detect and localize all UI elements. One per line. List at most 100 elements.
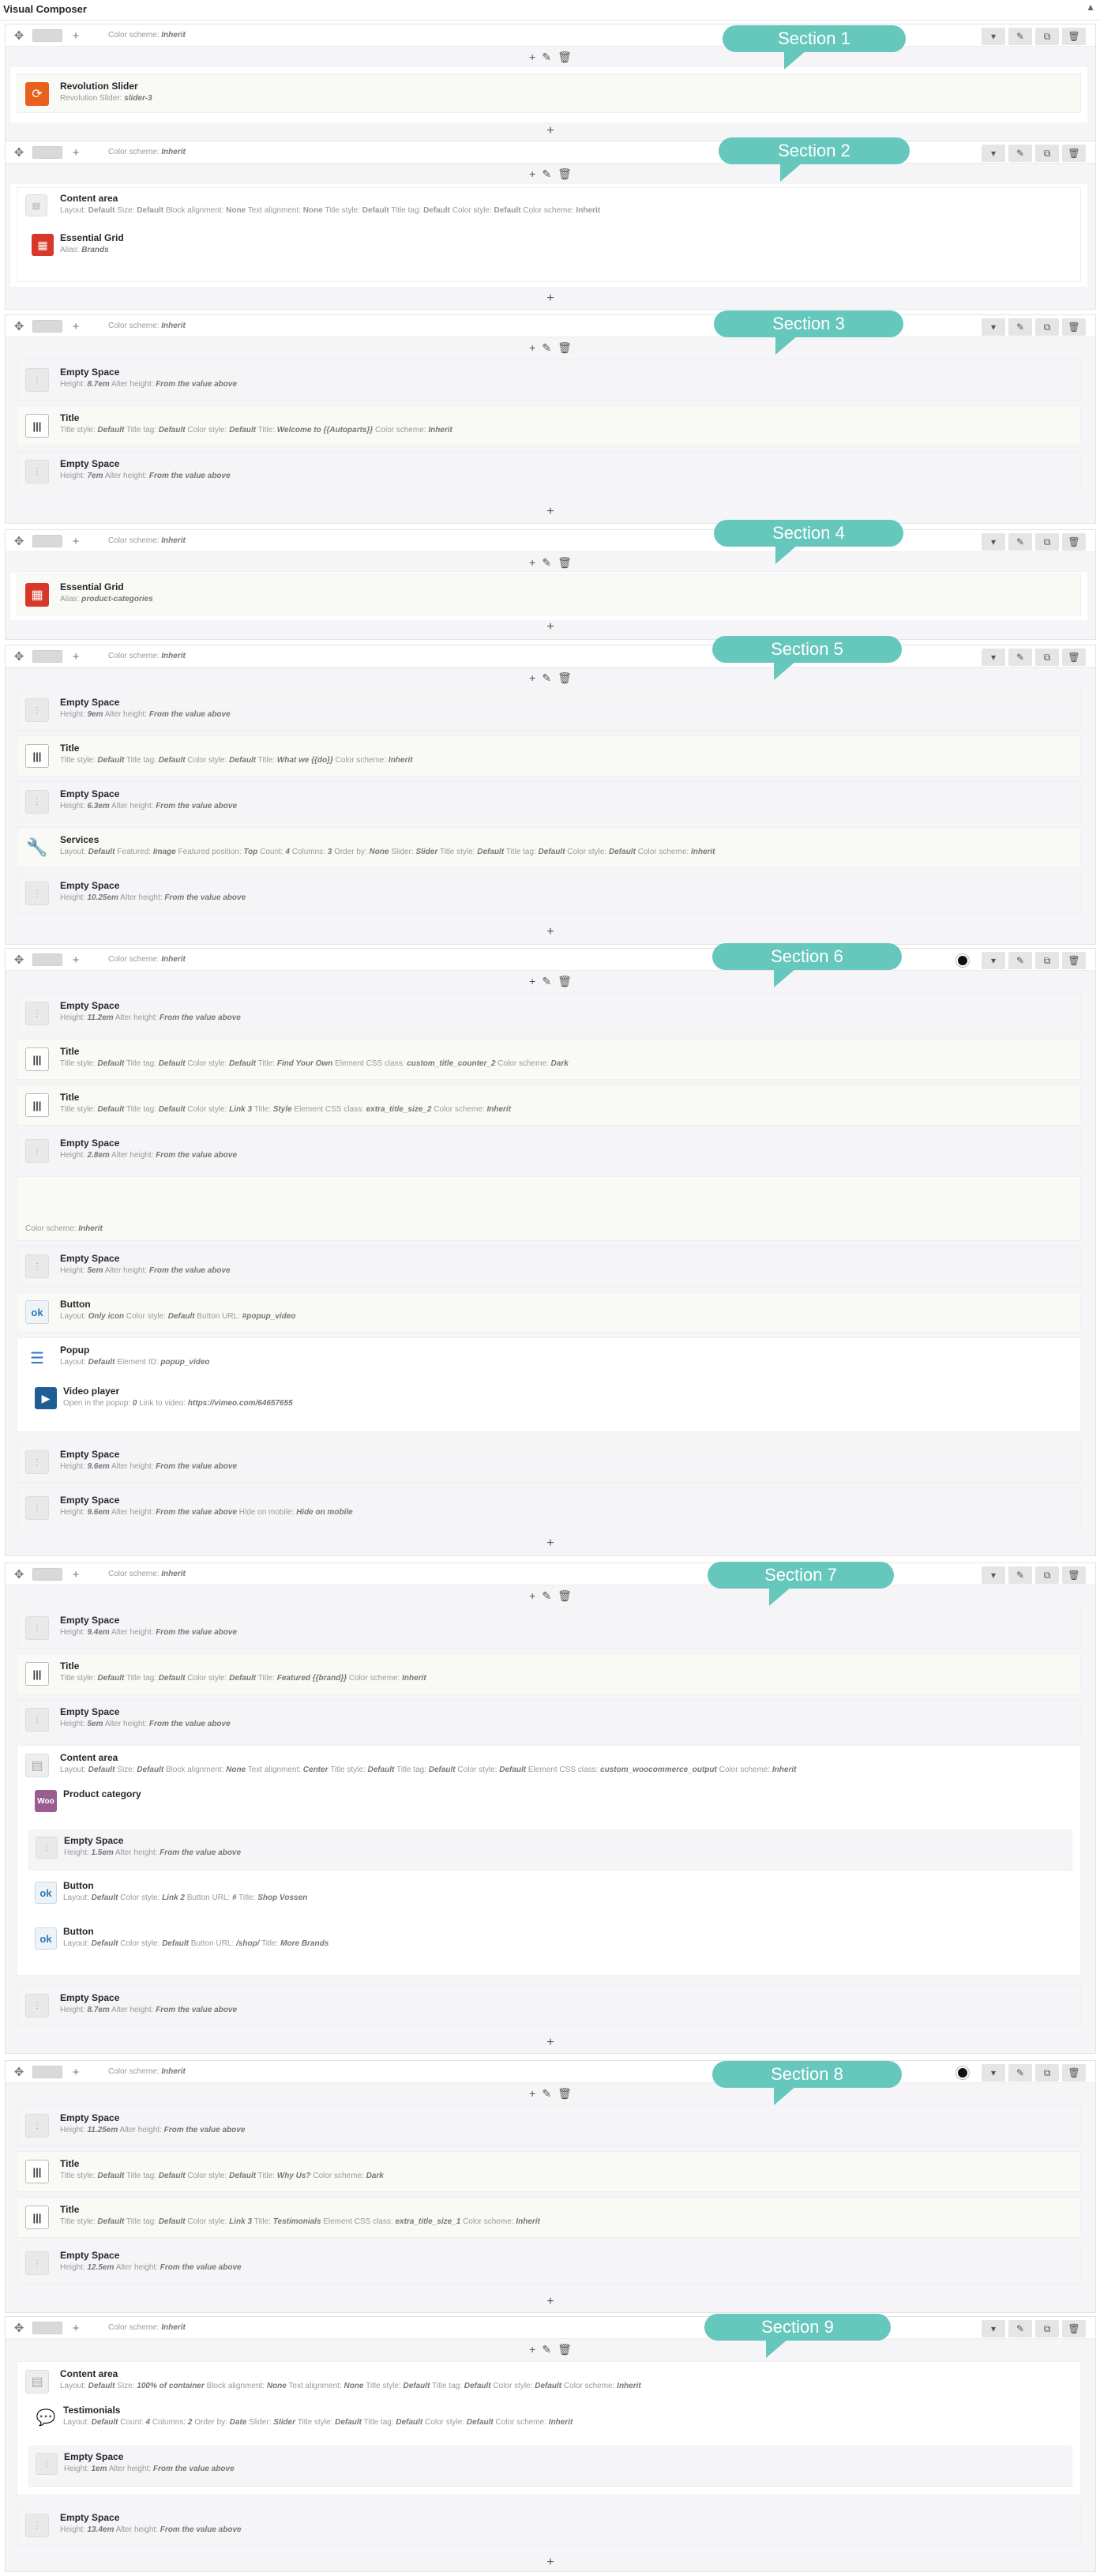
edit-column-icon[interactable]: ✎ [542,2087,551,2100]
edit-column-icon[interactable]: ✎ [542,556,551,570]
element-empty-space[interactable]: ⋮ Empty Space Height: 1em Alter height: Fr… [28,2446,1072,2487]
layout-button[interactable] [32,1568,62,1581]
add-element-icon[interactable]: + [529,671,535,684]
edit-column-icon[interactable]: ✎ [542,671,551,685]
add-element-icon[interactable]: + [529,1589,535,1602]
delete-column-icon[interactable]: 🗑 [558,341,572,355]
toggle-row-button[interactable]: ▾ [982,2320,1005,2337]
element-empty-space[interactable]: ⋮ Empty Space Height: 6.3em Alter height: … [17,781,1081,822]
delete-row-button[interactable]: 🗑 [1062,1566,1086,1584]
delete-column-icon[interactable]: 🗑 [558,671,572,685]
element-empty-space[interactable]: ⋮ Empty Space Height: 8.7em Alter height: … [17,1985,1081,2026]
delete-row-button[interactable]: 🗑 [1062,533,1086,551]
layout-button[interactable] [32,29,62,42]
move-icon[interactable]: ✥ [10,1566,28,1582]
element-empty-space[interactable]: ⋮ Empty Space Height: 9.6em Alter height: … [17,1487,1081,1529]
layout-button[interactable] [32,535,62,547]
edit-column-icon[interactable]: ✎ [542,51,551,64]
edit-column-icon[interactable]: ✎ [542,167,551,181]
add-column-icon[interactable]: + [67,28,84,43]
element-empty-space[interactable]: ⋮ Empty Space Height: 11.25em Alter height… [17,2105,1081,2146]
delete-column-icon[interactable]: 🗑 [558,2343,572,2356]
clone-row-button[interactable]: ⧉ [1035,533,1059,551]
element-text-block[interactable]: Color scheme: Inherit [17,1176,1081,1241]
move-icon[interactable]: ✥ [10,649,28,664]
move-icon[interactable]: ✥ [10,145,28,160]
toggle-row-button[interactable]: ▾ [982,533,1005,551]
move-icon[interactable]: ✥ [10,28,28,43]
element-empty-space[interactable]: ⋮ Empty Space Height: 2.8em Alter height: … [17,1130,1081,1171]
element-empty-space[interactable]: ⋮ Empty Space Height: 1.5em Alter height: … [28,1830,1072,1871]
delete-row-button[interactable]: 🗑 [1062,2064,1086,2081]
edit-row-button[interactable]: ✎ [1008,1566,1032,1584]
element-button[interactable]: ok Button Layout: Only icon Color style: D… [17,1292,1081,1333]
toggle-row-button[interactable]: ▾ [982,649,1005,666]
move-icon[interactable]: ✥ [10,533,28,549]
layout-button[interactable] [32,650,62,663]
element-empty-space[interactable]: ⋮ Empty Space Height: 13.4em Alter height:… [17,2505,1081,2546]
clone-row-button[interactable]: ⧉ [1035,649,1059,666]
add-element-icon[interactable]: + [529,975,535,987]
delete-column-icon[interactable]: 🗑 [558,167,572,181]
add-element-button[interactable]: + [6,2295,1095,2309]
add-column-icon[interactable]: + [67,533,84,549]
add-column-icon[interactable]: + [67,145,84,160]
add-element-icon[interactable]: + [529,167,535,180]
move-icon[interactable]: ✥ [10,318,28,334]
delete-row-button[interactable]: 🗑 [1062,952,1086,969]
element-title[interactable]: ||| Title Title style: Default Title tag: … [17,2197,1081,2238]
toggle-row-button[interactable]: ▾ [982,145,1005,162]
layout-button[interactable] [32,2322,62,2334]
edit-column-icon[interactable]: ✎ [542,2343,551,2356]
add-element-icon[interactable]: + [529,2343,535,2356]
element-testimonials[interactable]: 💬 Testimonials Layout: Default Count: 4 Co… [28,2400,1072,2441]
add-element-icon[interactable]: + [529,341,535,354]
clone-row-button[interactable]: ⧉ [1035,145,1059,162]
element-popup[interactable]: ☰ Popup Layout: Default Element ID: popup_… [17,1337,1081,1432]
delete-row-button[interactable]: 🗑 [1062,145,1086,162]
add-column-icon[interactable]: + [67,2320,84,2336]
delete-column-icon[interactable]: 🗑 [558,2087,572,2100]
element-title[interactable]: ||| Title Title style: Default Title tag: … [17,1085,1081,1126]
element-title[interactable]: ||| Title Title style: Default Title tag: … [17,1653,1081,1694]
add-element-button[interactable]: + [6,2036,1095,2050]
element-services[interactable]: 🔧 Services Layout: Default Featured: Image… [17,827,1081,868]
delete-column-icon[interactable]: 🗑 [558,51,572,64]
move-icon[interactable]: ✥ [10,2320,28,2336]
add-column-icon[interactable]: + [67,318,84,334]
clone-row-button[interactable]: ⧉ [1035,28,1059,45]
delete-row-button[interactable]: 🗑 [1062,2320,1086,2337]
move-icon[interactable]: ✥ [10,2064,28,2080]
element-empty-space[interactable]: ⋮ Empty Space Height: 5em Alter height: Fr… [17,1699,1081,1740]
element-essential-grid[interactable]: ▦ Essential Grid Alias: Brands [25,228,1072,275]
edit-row-button[interactable]: ✎ [1008,2064,1032,2081]
element-empty-space[interactable]: ⋮ Empty Space Height: 11.2em Alter height:… [17,993,1081,1034]
edit-column-icon[interactable]: ✎ [542,341,551,355]
element-title[interactable]: ||| Title Title style: Default Title tag: … [17,405,1081,446]
delete-column-icon[interactable]: 🗑 [558,556,572,570]
add-element-icon[interactable]: + [529,51,535,63]
element-empty-space[interactable]: ⋮ Empty Space Height: 9.6em Alter height: … [17,1442,1081,1483]
add-element-button[interactable]: + [6,124,1095,138]
element-product-category[interactable]: Woo Product category [28,1784,1072,1822]
move-icon[interactable]: ✥ [10,952,28,968]
toggle-row-button[interactable]: ▾ [982,1566,1005,1584]
layout-button[interactable] [32,953,62,966]
add-element-button[interactable]: + [6,505,1095,519]
clone-row-button[interactable]: ⧉ [1035,1566,1059,1584]
add-element-button[interactable]: + [6,2555,1095,2570]
edit-row-button[interactable]: ✎ [1008,952,1032,969]
clone-row-button[interactable]: ⧉ [1035,2064,1059,2081]
toggle-row-button[interactable]: ▾ [982,952,1005,969]
element-content-area[interactable]: ▤ Content area Layout: Default Size: Def… [17,187,1081,282]
delete-row-button[interactable]: 🗑 [1062,28,1086,45]
add-element-button[interactable]: + [6,291,1095,306]
delete-row-button[interactable]: 🗑 [1062,318,1086,336]
element-title[interactable]: ||| Title Title style: Default Title tag: … [17,735,1081,777]
element-title[interactable]: ||| Title Title style: Default Title tag: … [17,1039,1081,1080]
element-empty-space[interactable]: ⋮ Empty Space Height: 5em Alter height: Fr… [17,1246,1081,1287]
element-title[interactable]: ||| Title Title style: Default Title tag: … [17,2151,1081,2192]
element-empty-space[interactable]: ⋮ Empty Space Height: 7em Alter height: Fr… [17,451,1081,492]
edit-column-icon[interactable]: ✎ [542,975,551,988]
add-element-icon[interactable]: + [529,556,535,569]
